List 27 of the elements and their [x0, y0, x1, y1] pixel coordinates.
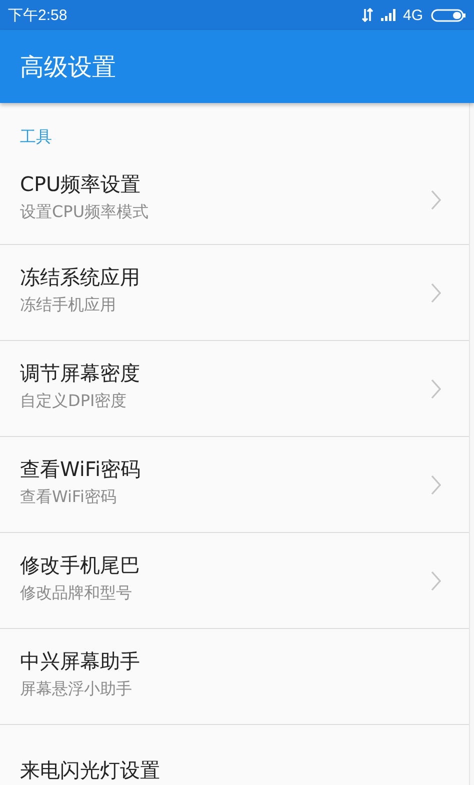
item-subtitle: 修改品牌和型号 [20, 582, 132, 604]
item-title: 来电闪光灯设置 [20, 756, 160, 782]
item-subtitle: 自定义DPI密度 [20, 390, 127, 412]
data-arrows-icon [362, 8, 373, 22]
settings-item[interactable]: 查看WiFi密码 查看WiFi密码 [0, 437, 469, 533]
item-subtitle: 屏幕悬浮小助手 [20, 678, 132, 700]
settings-item[interactable]: 中兴屏幕助手 屏幕悬浮小助手 [0, 629, 469, 725]
item-subtitle: 查看WiFi密码 [20, 486, 116, 508]
item-title: CPU频率设置 [20, 170, 141, 196]
item-title: 修改手机尾巴 [20, 552, 140, 578]
settings-item[interactable]: 冻结系统应用 冻结手机应用 [0, 245, 469, 341]
section-header: 工具 [20, 127, 52, 146]
signal-icon [380, 9, 397, 21]
page-title: 高级设置 [20, 52, 116, 82]
item-subtitle: 设置CPU频率模式 [20, 200, 149, 222]
item-title: 查看WiFi密码 [20, 456, 140, 482]
settings-item[interactable]: CPU频率设置 设置CPU频率模式 [0, 155, 469, 245]
network-type: 4G [402, 6, 423, 24]
item-title: 冻结系统应用 [20, 264, 140, 290]
settings-item[interactable]: 来电闪光灯设置 [0, 725, 469, 785]
item-title: 中兴屏幕助手 [20, 648, 140, 674]
battery-icon [431, 8, 466, 22]
settings-item[interactable]: 调节屏幕密度 自定义DPI密度 [0, 341, 469, 437]
item-title: 调节屏幕密度 [20, 360, 140, 386]
settings-item[interactable]: 修改手机尾巴 修改品牌和型号 [0, 533, 469, 629]
item-subtitle: 冻结手机应用 [20, 294, 116, 316]
status-time: 下午2:58 [8, 6, 68, 24]
